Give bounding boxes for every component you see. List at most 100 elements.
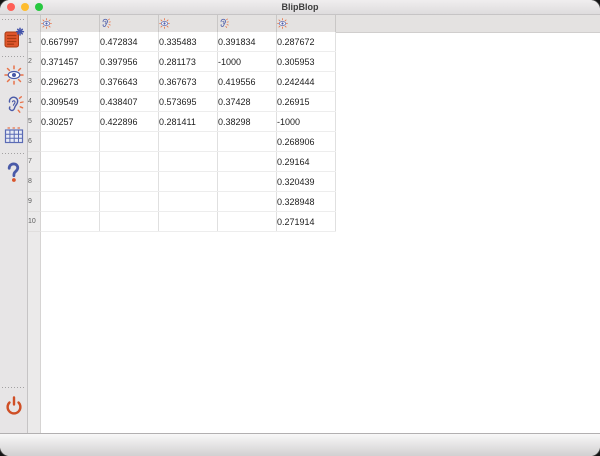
table-cell[interactable] — [159, 132, 218, 152]
table-cell[interactable] — [218, 192, 277, 212]
row-number[interactable]: 7 — [28, 152, 41, 172]
table-cell[interactable] — [41, 132, 100, 152]
table-cell[interactable] — [218, 172, 277, 192]
table-cell[interactable] — [41, 172, 100, 192]
table-row: 40.3095490.4384070.5736950.374280.26915 — [28, 92, 336, 112]
eye-rays-icon — [277, 18, 335, 29]
table-cell[interactable]: 0.438407 — [100, 92, 159, 112]
column-header-3[interactable] — [159, 15, 218, 32]
power-icon — [4, 396, 24, 416]
help-icon — [6, 162, 21, 183]
table-cell[interactable]: -1000 — [277, 112, 336, 132]
table-cell[interactable]: 0.667997 — [41, 32, 100, 52]
row-number[interactable]: 3 — [28, 72, 41, 92]
table-cell[interactable] — [100, 212, 159, 232]
sidebar-divider — [2, 153, 26, 154]
table-cell[interactable]: 0.376643 — [100, 72, 159, 92]
row-number[interactable]: 5 — [28, 112, 41, 132]
table-row: 8 0.320439 — [28, 172, 336, 192]
table-cell[interactable]: 0.287672 — [277, 32, 336, 52]
table-cell[interactable]: 0.419556 — [218, 72, 277, 92]
table-cell[interactable]: 0.268906 — [277, 132, 336, 152]
column-header-4[interactable] — [218, 15, 277, 32]
table-row: 9 0.328948 — [28, 192, 336, 212]
ear-waves-icon — [218, 18, 276, 29]
table-cell[interactable]: 0.371457 — [41, 52, 100, 72]
table-row: 20.3714570.3979560.281173-10000.305953 — [28, 52, 336, 72]
table-cell[interactable] — [100, 152, 159, 172]
table-button[interactable] — [2, 123, 26, 147]
table-cell[interactable]: 0.281173 — [159, 52, 218, 72]
window-title: BlipBlop — [0, 0, 600, 14]
table-cell[interactable] — [159, 192, 218, 212]
table-cell[interactable]: 0.472834 — [100, 32, 159, 52]
notebook-new-icon — [2, 27, 25, 50]
table-cell[interactable] — [218, 132, 277, 152]
toolbar-sidebar — [0, 15, 28, 433]
table-cell[interactable]: 0.242444 — [277, 72, 336, 92]
row-number[interactable]: 8 — [28, 172, 41, 192]
table-cell[interactable] — [41, 192, 100, 212]
help-button[interactable] — [2, 160, 26, 184]
close-button[interactable] — [7, 3, 15, 11]
table-cell[interactable]: -1000 — [218, 52, 277, 72]
table-cell[interactable] — [100, 172, 159, 192]
view-button[interactable] — [2, 63, 26, 87]
app-window: BlipBlop — [0, 0, 600, 456]
table-cell[interactable] — [159, 172, 218, 192]
row-number[interactable]: 10 — [28, 212, 41, 232]
zoom-button[interactable] — [35, 3, 43, 11]
table-cell[interactable] — [100, 192, 159, 212]
eye-rays-icon — [159, 18, 217, 29]
status-bar — [0, 433, 600, 456]
table-cell[interactable]: 0.30257 — [41, 112, 100, 132]
column-header-2[interactable] — [100, 15, 159, 32]
table-row: 50.302570.4228960.2814110.38298-1000 — [28, 112, 336, 132]
row-number[interactable]: 9 — [28, 192, 41, 212]
eye-rays-icon — [4, 65, 24, 85]
table-cell[interactable] — [218, 152, 277, 172]
table-cell[interactable]: 0.328948 — [277, 192, 336, 212]
table-cell[interactable]: 0.296273 — [41, 72, 100, 92]
table-row: 10 0.271914 — [28, 212, 336, 232]
listen-button[interactable] — [2, 93, 26, 117]
ear-waves-icon — [100, 18, 158, 29]
table-cell[interactable]: 0.305953 — [277, 52, 336, 72]
notebook-new-button[interactable] — [2, 26, 26, 50]
table-grid-icon — [4, 127, 24, 144]
row-number[interactable]: 6 — [28, 132, 41, 152]
sidebar-divider — [2, 387, 26, 388]
table-cell[interactable]: 0.391834 — [218, 32, 277, 52]
power-button[interactable] — [2, 394, 26, 418]
row-number[interactable]: 1 — [28, 32, 41, 52]
ear-waves-icon — [4, 95, 24, 115]
eye-rays-icon — [41, 18, 99, 29]
minimize-button[interactable] — [21, 3, 29, 11]
column-header-1[interactable] — [41, 15, 100, 32]
table-cell[interactable]: 0.320439 — [277, 172, 336, 192]
traffic-lights — [7, 0, 43, 14]
table-cell[interactable]: 0.367673 — [159, 72, 218, 92]
table-cell[interactable]: 0.281411 — [159, 112, 218, 132]
table-cell[interactable] — [218, 212, 277, 232]
table-cell[interactable]: 0.335483 — [159, 32, 218, 52]
row-number[interactable]: 4 — [28, 92, 41, 112]
table-cell[interactable] — [41, 152, 100, 172]
table-cell[interactable]: 0.26915 — [277, 92, 336, 112]
table-cell[interactable] — [159, 212, 218, 232]
table-cell[interactable]: 0.309549 — [41, 92, 100, 112]
table-cell[interactable]: 0.573695 — [159, 92, 218, 112]
table-cell[interactable]: 0.397956 — [100, 52, 159, 72]
table-cell[interactable]: 0.38298 — [218, 112, 277, 132]
table-cell[interactable]: 0.422896 — [100, 112, 159, 132]
table-cell[interactable]: 0.29164 — [277, 152, 336, 172]
table-cell[interactable] — [41, 212, 100, 232]
row-number[interactable]: 2 — [28, 52, 41, 72]
sidebar-divider — [2, 19, 26, 20]
table-cell[interactable] — [100, 132, 159, 152]
table-cell[interactable]: 0.37428 — [218, 92, 277, 112]
sidebar-divider — [2, 56, 26, 57]
table-cell[interactable] — [159, 152, 218, 172]
column-header-5[interactable] — [277, 15, 336, 32]
table-cell[interactable]: 0.271914 — [277, 212, 336, 232]
